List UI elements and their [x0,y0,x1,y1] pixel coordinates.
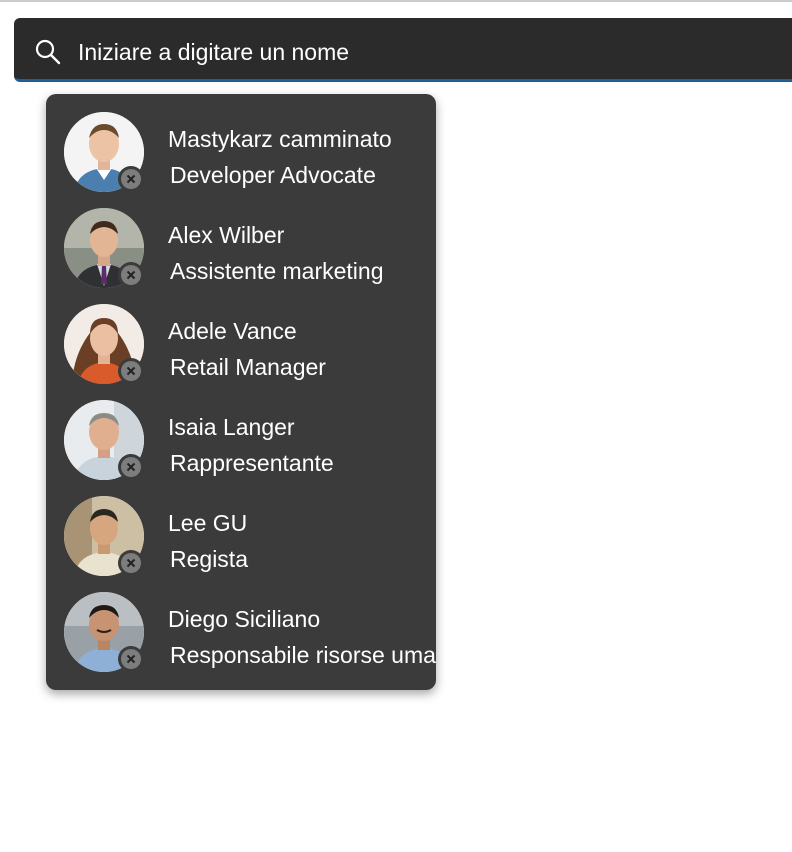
person-name: Diego Siciliano [168,606,321,632]
person-item-3[interactable]: Isaia Langer Rappresentante [46,382,436,480]
remove-person-button[interactable] [118,166,144,192]
remove-person-button[interactable] [118,358,144,384]
person-item-5[interactable]: Diego Siciliano Responsabile risorse uma… [46,574,436,672]
person-name: Isaia Langer [168,414,295,440]
people-suggestions-flyout: Mastykarz camminato Developer Advocate A… [46,94,436,690]
remove-person-button[interactable] [118,550,144,576]
person-name: Alex Wilber [168,222,285,248]
remove-circle-icon [121,169,141,189]
person-item-2[interactable]: Adele Vance Retail Manager [46,286,436,384]
remove-circle-icon [121,649,141,669]
person-name: Lee GU [168,510,248,536]
person-item-4[interactable]: Lee GU Regista [46,478,436,576]
remove-person-button[interactable] [118,262,144,288]
remove-circle-icon [121,361,141,381]
person-title: Rappresentante [170,450,334,476]
person-item-0[interactable]: Mastykarz camminato Developer Advocate [46,94,436,192]
remove-circle-icon [121,553,141,573]
remove-person-button[interactable] [118,646,144,672]
person-item-1[interactable]: Alex Wilber Assistente marketing [46,190,436,288]
remove-person-button[interactable] [118,454,144,480]
search-input[interactable] [78,32,778,72]
person-title: Assistente marketing [170,258,384,284]
search-icon [34,38,62,66]
person-name: Adele Vance [168,318,297,344]
remove-circle-icon [121,265,141,285]
people-search-box[interactable] [14,18,792,82]
person-title: Responsabile risorse umane [170,642,436,668]
person-title: Retail Manager [170,354,326,380]
remove-circle-icon [121,457,141,477]
top-divider [0,0,792,2]
person-title: Developer Advocate [170,162,376,188]
person-name: Mastykarz camminato [168,126,392,152]
person-title: Regista [170,546,248,572]
